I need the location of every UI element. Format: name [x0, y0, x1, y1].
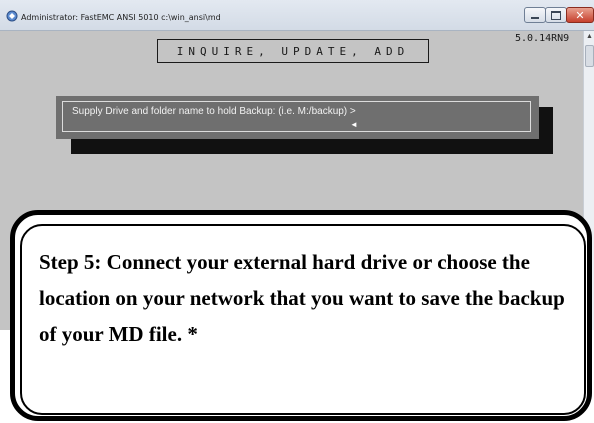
instruction-text: Step 5: Connect your external hard drive…: [39, 250, 565, 346]
prompt-shadow-bottom: [71, 138, 553, 154]
scroll-up-arrow-icon[interactable]: ▲: [584, 31, 594, 42]
menu-header: INQUIRE, UPDATE, ADD: [157, 39, 429, 63]
minimize-button[interactable]: [524, 7, 546, 23]
close-icon: ✕: [575, 8, 585, 22]
scroll-thumb[interactable]: [585, 45, 594, 67]
window-title: Administrator: FastEMC ANSI 5010 c:\win_…: [21, 13, 221, 22]
menu-header-label: INQUIRE, UPDATE, ADD: [176, 44, 410, 58]
version-label: 5.0.14RN9: [515, 33, 570, 44]
maximize-button[interactable]: [545, 7, 567, 23]
input-cursor-icon: ◄: [350, 120, 358, 129]
page-margin: [0, 330, 10, 423]
title-bar[interactable]: Administrator: FastEMC ANSI 5010 c:\win_…: [0, 0, 594, 31]
app-icon: [6, 10, 18, 22]
maximize-icon: [551, 10, 561, 20]
close-button[interactable]: ✕: [566, 7, 594, 23]
minimize-icon: [531, 17, 539, 19]
prompt-text: Supply Drive and folder name to hold Bac…: [72, 106, 356, 117]
